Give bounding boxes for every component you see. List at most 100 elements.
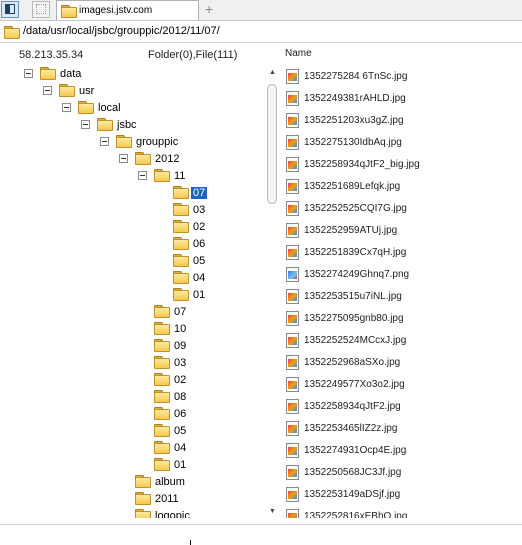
tree-node-label: 05 bbox=[193, 255, 206, 267]
folder-icon bbox=[173, 271, 189, 284]
jpg-file-icon bbox=[286, 509, 299, 518]
jpg-file-icon bbox=[286, 465, 299, 480]
current-path[interactable]: /data/usr/local/jsbc/grouppic/2012/11/07… bbox=[23, 25, 220, 37]
jpg-file-icon bbox=[286, 333, 299, 348]
file-row[interactable]: 1352275284 6TnSc.jpg bbox=[283, 66, 522, 88]
jpg-file-icon bbox=[286, 421, 299, 436]
add-tab-button[interactable]: + bbox=[205, 1, 213, 17]
file-row[interactable]: 1352258934qJtF2_big.jpg bbox=[283, 154, 522, 176]
collapse-toggle-icon[interactable] bbox=[119, 154, 128, 163]
tree-node-label: 11 bbox=[174, 170, 186, 182]
file-name: 1352249381rAHLD.jpg bbox=[304, 93, 406, 104]
path-bar[interactable]: /data/usr/local/jsbc/grouppic/2012/11/07… bbox=[0, 22, 522, 43]
file-row[interactable]: 1352249577Xo3o2.jpg bbox=[283, 374, 522, 396]
tab-imagesi[interactable]: imagesi.jstv.com bbox=[56, 0, 199, 20]
file-row[interactable]: 1352253465lIZ2z.jpg bbox=[283, 418, 522, 440]
file-row[interactable]: 1352275095gnb80.jpg bbox=[283, 308, 522, 330]
file-row[interactable]: 1352253515u7iNL.jpg bbox=[283, 286, 522, 308]
collapse-toggle-icon[interactable] bbox=[100, 137, 109, 146]
folder-icon bbox=[135, 492, 151, 505]
file-row[interactable]: 1352258934qJtF2.jpg bbox=[283, 396, 522, 418]
file-row[interactable]: 1352275130IdbAq.jpg bbox=[283, 132, 522, 154]
server-ip: 58.213.35.34 bbox=[19, 49, 84, 61]
tree-node-label: logopic bbox=[155, 510, 190, 518]
file-row[interactable]: 1352252524MCcxJ.jpg bbox=[283, 330, 522, 352]
file-row[interactable]: 1352274931Ocp4E.jpg bbox=[283, 440, 522, 462]
folder-icon bbox=[61, 5, 77, 18]
collapse-toggle-icon[interactable] bbox=[62, 103, 71, 112]
file-name: 1352251839Cx7qH.jpg bbox=[304, 247, 407, 258]
file-name: 1352275095gnb80.jpg bbox=[304, 313, 404, 324]
file-row[interactable]: 1352251839Cx7qH.jpg bbox=[283, 242, 522, 264]
tree-node-label: album bbox=[155, 476, 185, 488]
tree-node-label: 06 bbox=[174, 408, 187, 420]
folder-icon bbox=[154, 356, 170, 369]
collapse-toggle-icon[interactable] bbox=[138, 171, 147, 180]
file-row[interactable]: 1352251203xu3gZ.jpg bbox=[283, 110, 522, 132]
file-name: 1352274249Ghnq7.png bbox=[304, 269, 410, 280]
jpg-file-icon bbox=[286, 311, 299, 326]
file-name: 1352275284 6TnSc.jpg bbox=[304, 71, 408, 82]
tree-node-label: 01 bbox=[193, 289, 206, 301]
jpg-file-icon bbox=[286, 377, 299, 392]
file-name: 1352251689Lefqk.jpg bbox=[304, 181, 401, 192]
file-name: 1352252525CQI7G.jpg bbox=[304, 203, 407, 214]
folder-icon bbox=[78, 101, 94, 114]
folder-tree[interactable]: data usr local jsbc grouppic 2012 11 07 03 02 06 05… bbox=[0, 66, 280, 518]
file-name: 1352249577Xo3o2.jpg bbox=[304, 379, 405, 390]
file-row[interactable]: 1352274249Ghnq7.png bbox=[283, 264, 522, 286]
divider bbox=[0, 524, 522, 525]
file-row[interactable]: 1352252525CQI7G.jpg bbox=[283, 198, 522, 220]
tree-node-label: local bbox=[98, 102, 121, 114]
jpg-file-icon bbox=[286, 179, 299, 194]
collapse-toggle-icon[interactable] bbox=[43, 86, 52, 95]
toggle-panel-button[interactable] bbox=[1, 1, 19, 18]
column-header-name[interactable]: Name bbox=[285, 48, 312, 59]
new-blank-tab-button[interactable] bbox=[32, 1, 50, 18]
jpg-file-icon bbox=[286, 245, 299, 260]
tree-node-label: grouppic bbox=[136, 136, 179, 148]
blank-page-icon bbox=[36, 4, 46, 14]
folder-icon bbox=[154, 322, 170, 335]
collapse-toggle-icon[interactable] bbox=[24, 69, 33, 78]
scroll-down-arrow-icon[interactable]: ▼ bbox=[269, 508, 276, 515]
tree-node-label: 07 bbox=[191, 187, 208, 199]
folder-file-count: Folder(0),File(111) bbox=[148, 49, 238, 61]
jpg-file-icon bbox=[286, 223, 299, 238]
file-row[interactable]: 1352252968aSXo.jpg bbox=[283, 352, 522, 374]
folder-icon bbox=[173, 186, 189, 199]
tree-node-label: 04 bbox=[174, 442, 187, 454]
file-row[interactable]: 1352249381rAHLD.jpg bbox=[283, 88, 522, 110]
jpg-file-icon bbox=[286, 355, 299, 370]
file-row[interactable]: 1352250568JC3Jf.jpg bbox=[283, 462, 522, 484]
file-name: 1352258934qJtF2_big.jpg bbox=[304, 159, 420, 170]
tree-scrollbar[interactable]: ▲ ▼ bbox=[265, 66, 279, 518]
tree-node-label: 06 bbox=[193, 238, 206, 250]
scroll-up-arrow-icon[interactable]: ▲ bbox=[269, 69, 276, 76]
jpg-file-icon bbox=[286, 91, 299, 106]
png-file-icon bbox=[286, 267, 299, 282]
folder-icon bbox=[173, 220, 189, 233]
folder-icon bbox=[154, 339, 170, 352]
tab-label: imagesi.jstv.com bbox=[79, 5, 153, 16]
folder-icon bbox=[173, 203, 189, 216]
folder-icon bbox=[40, 67, 56, 80]
tree-node-label: 08 bbox=[174, 391, 187, 403]
file-list[interactable]: 1352275284 6TnSc.jpg 1352249381rAHLD.jpg 1… bbox=[283, 66, 522, 518]
tree-node-label: 10 bbox=[174, 323, 187, 335]
tree-node-label: 09 bbox=[174, 340, 187, 352]
jpg-file-icon bbox=[286, 399, 299, 414]
folder-icon bbox=[173, 288, 189, 301]
file-row[interactable]: 1352252959ATUj.jpg bbox=[283, 220, 522, 242]
file-name: 1352253465lIZ2z.jpg bbox=[304, 423, 398, 434]
file-row[interactable]: 1352252816xEBhO.jpg bbox=[283, 506, 522, 518]
tree-node-label: data bbox=[60, 68, 82, 80]
file-row[interactable]: 1352253149aDSjf.jpg bbox=[283, 484, 522, 506]
jpg-file-icon bbox=[286, 157, 299, 172]
file-row[interactable]: 1352251689Lefqk.jpg bbox=[283, 176, 522, 198]
jpg-file-icon bbox=[286, 113, 299, 128]
scroll-thumb[interactable] bbox=[267, 84, 277, 204]
folder-icon bbox=[154, 169, 170, 182]
collapse-toggle-icon[interactable] bbox=[81, 120, 90, 129]
folder-icon bbox=[173, 237, 189, 250]
